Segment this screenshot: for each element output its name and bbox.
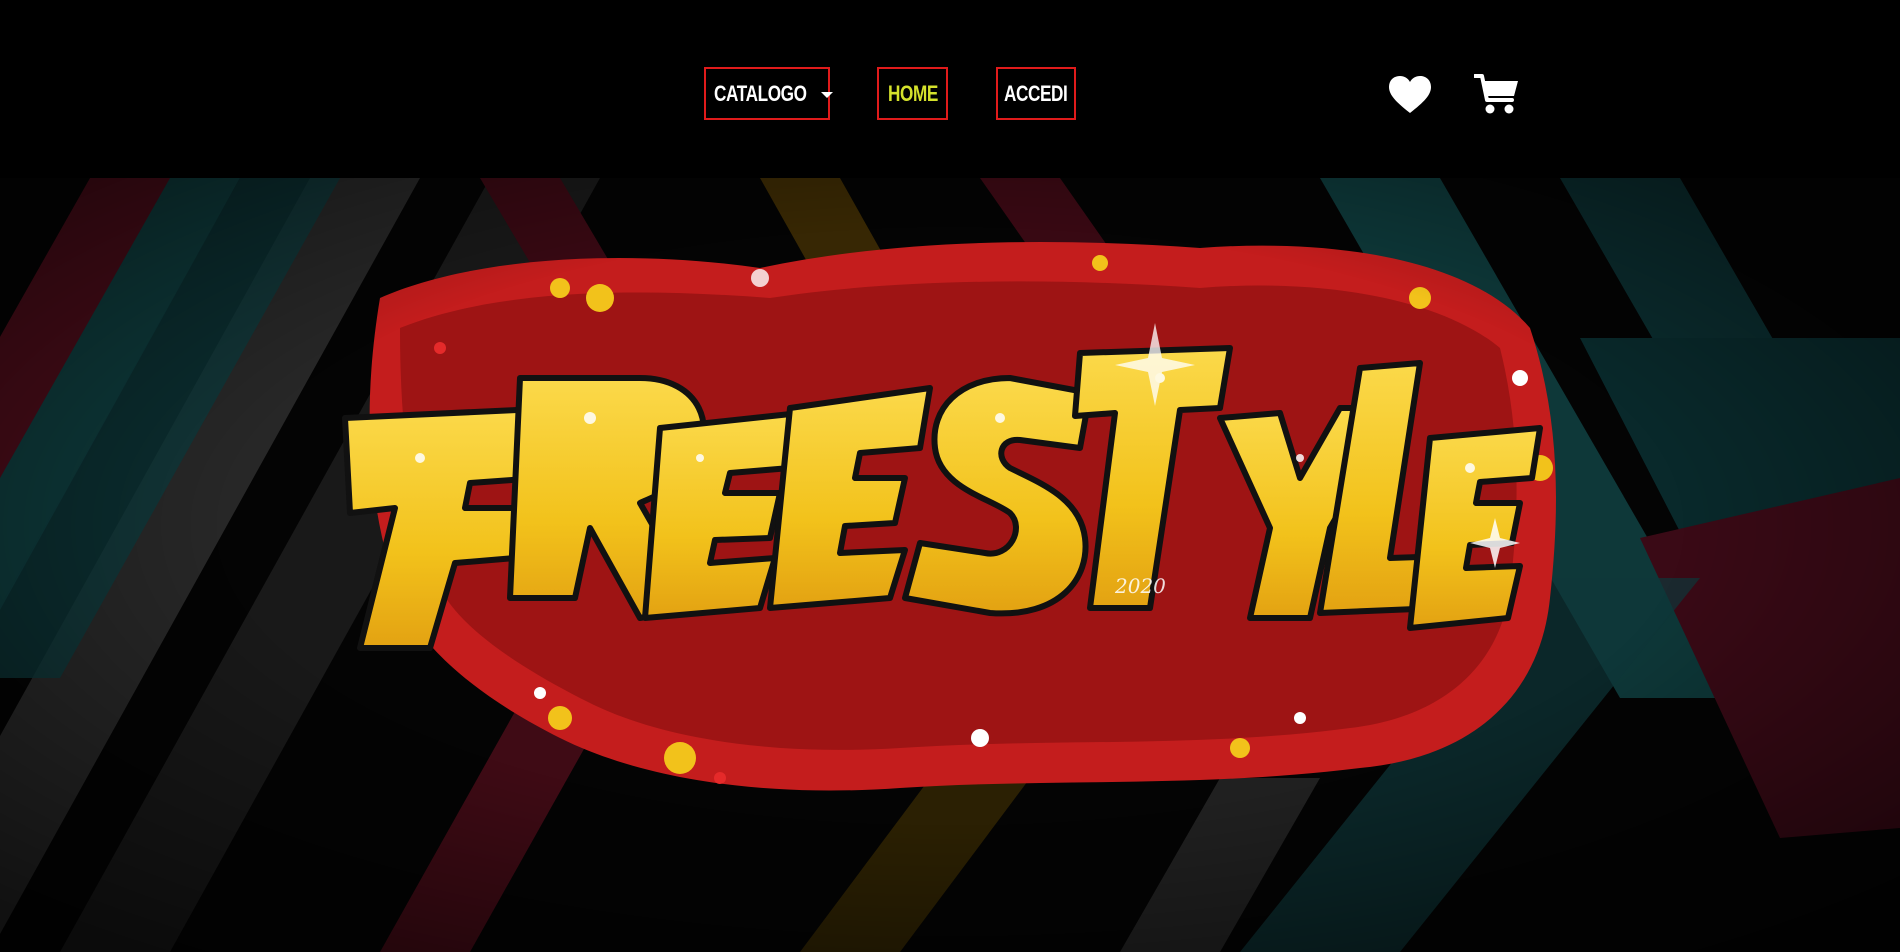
heart-icon[interactable] xyxy=(1388,75,1432,115)
nav-accedi[interactable]: ACCEDI xyxy=(996,67,1076,120)
nav-home[interactable]: HOME xyxy=(877,67,948,120)
graffiti-artwork: 2020 xyxy=(0,178,1900,952)
nav-catalogo[interactable]: CATALOGO xyxy=(704,67,834,120)
cart-icon[interactable] xyxy=(1473,72,1520,116)
nav-home-label: HOME xyxy=(887,80,938,106)
hero-banner: 2020 xyxy=(0,178,1900,952)
chevron-down-icon xyxy=(821,91,834,98)
nav-accedi-label: ACCEDI xyxy=(1004,80,1068,106)
site-header: CATALOGO HOME ACCEDI xyxy=(0,0,1900,178)
nav-catalogo-label: CATALOGO xyxy=(713,80,807,106)
